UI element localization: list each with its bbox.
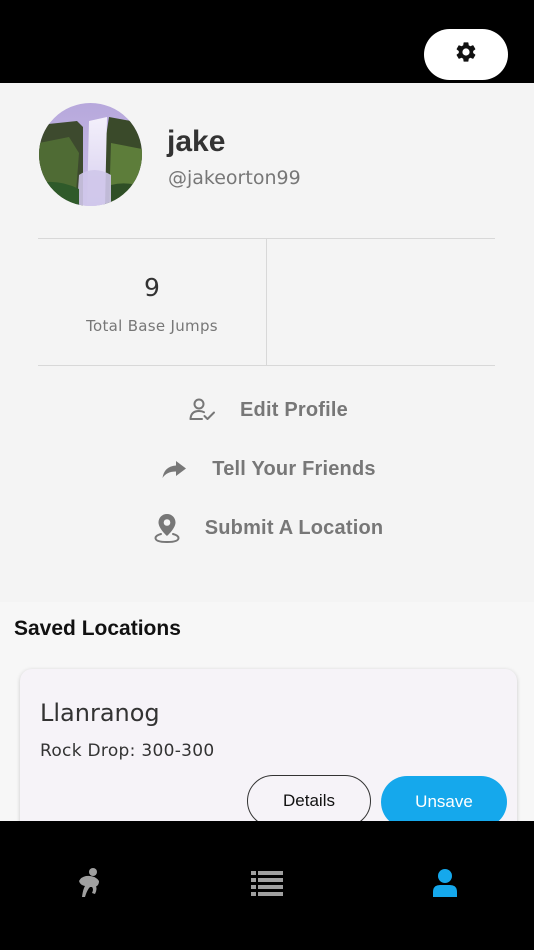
- stats-panel: 9 Total Base Jumps: [38, 238, 495, 366]
- location-detail: Rock Drop: 300-300: [40, 741, 215, 761]
- unsave-button[interactable]: Unsave: [381, 776, 507, 821]
- edit-profile-button[interactable]: Edit Profile: [0, 390, 534, 430]
- stats-divider: [266, 239, 267, 365]
- submit-location-button[interactable]: Submit A Location: [0, 508, 534, 548]
- tell-friends-label: Tell Your Friends: [212, 457, 376, 480]
- profile-name: jake: [167, 125, 226, 158]
- list-icon: [250, 869, 284, 902]
- jumper-icon: [75, 867, 103, 904]
- person-icon: [432, 868, 458, 903]
- profile-handle: @jakeorton99: [168, 167, 301, 189]
- submit-location-label: Submit A Location: [204, 516, 384, 539]
- user-check-icon: [186, 394, 218, 426]
- edit-profile-label: Edit Profile: [240, 398, 348, 421]
- gear-icon: [454, 40, 478, 69]
- bottom-tab-bar: [0, 821, 534, 950]
- stat-value-base-jumps: 9: [144, 273, 160, 302]
- tab-list[interactable]: [178, 821, 356, 950]
- saved-locations-section: Saved Locations Llanranog Rock Drop: 300…: [0, 602, 534, 821]
- tab-jumps[interactable]: [0, 821, 178, 950]
- saved-location-card[interactable]: Llanranog Rock Drop: 300-300 Details Uns…: [20, 669, 517, 821]
- top-bar: [0, 0, 534, 83]
- tab-profile[interactable]: [356, 821, 534, 950]
- settings-button[interactable]: [424, 29, 508, 80]
- details-button[interactable]: Details: [247, 775, 371, 821]
- stat-label-base-jumps: Total Base Jumps: [86, 317, 218, 335]
- tell-friends-button[interactable]: Tell Your Friends: [0, 449, 534, 489]
- profile-content: jake @jakeorton99 9 Total Base Jumps Edi…: [0, 83, 534, 821]
- map-pin-icon: [151, 512, 183, 544]
- saved-locations-title: Saved Locations: [14, 617, 181, 640]
- avatar[interactable]: [39, 103, 142, 206]
- share-arrow-icon: [158, 453, 190, 485]
- location-name: Llanranog: [40, 699, 160, 727]
